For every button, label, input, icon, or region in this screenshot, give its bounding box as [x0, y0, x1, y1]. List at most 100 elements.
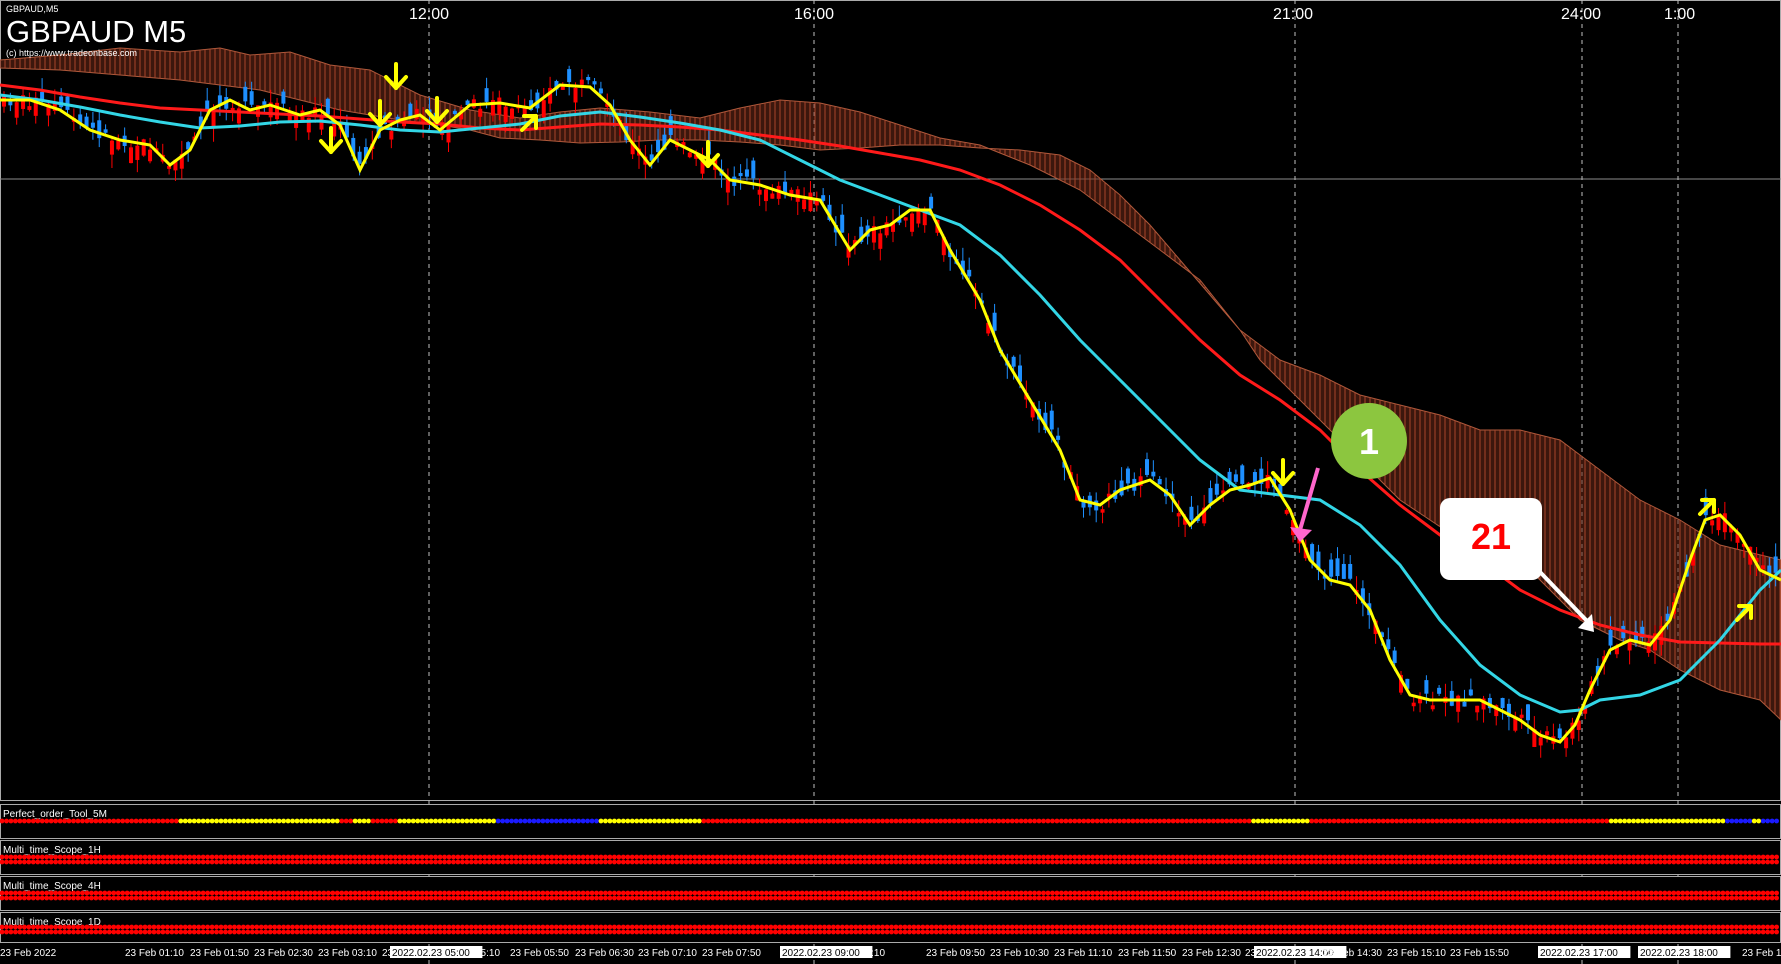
indicator-dot [1595, 859, 1601, 865]
indicator-dot [1014, 924, 1020, 930]
indicator-dot [1376, 924, 1382, 930]
indicator-dot [1014, 895, 1020, 901]
indicator-dot [544, 859, 550, 865]
indicator-dot [1675, 859, 1681, 865]
indicator-dot [187, 924, 193, 930]
indicator-dot [1023, 818, 1029, 824]
indicator-dot [352, 929, 358, 935]
candle-body [1189, 506, 1194, 520]
indicator-dot [1210, 890, 1216, 896]
indicator-dot [1430, 890, 1435, 896]
indicator-dot [375, 924, 380, 930]
indicator-dot [652, 929, 658, 935]
indicator-dot [1523, 854, 1529, 860]
indicator-dot [656, 890, 662, 896]
indicator-dot [392, 895, 398, 901]
indicator-dot [460, 929, 465, 935]
indicator-dot [808, 818, 814, 824]
indicator-dot [53, 924, 59, 930]
indicator-dot [826, 890, 832, 896]
indicator-dot [1559, 818, 1565, 824]
indicator-dot [1707, 895, 1712, 901]
indicator-dot [1063, 895, 1069, 901]
indicator-dot [491, 854, 497, 860]
indicator-dot [415, 818, 421, 824]
indicator-dot [933, 929, 939, 935]
indicator-dot [1443, 818, 1449, 824]
indicator-dot [142, 929, 148, 935]
indicator-dot [585, 895, 590, 901]
indicator-dot [848, 929, 854, 935]
indicator-dot [151, 859, 157, 865]
indicator-dot [164, 854, 170, 860]
indicator-dot [1640, 929, 1645, 935]
indicator-dot [1050, 929, 1055, 935]
indicator-dot [473, 929, 479, 935]
indicator-dot [1568, 818, 1574, 824]
indicator-dot [1747, 854, 1753, 860]
indicator-dot [151, 890, 157, 896]
main-plot-area[interactable] [0, 0, 1781, 801]
indicator-dot [692, 818, 698, 824]
indicator-dot [1640, 924, 1645, 930]
bottom-time-label: 23 Feb 02:30 [254, 948, 313, 959]
indicator-dot [844, 854, 850, 860]
price-chart[interactable]: GBPAUD,M5 GBPAUD M5 (c) https://www.trad… [0, 0, 1781, 964]
indicator-dot [1497, 895, 1502, 901]
indicator-dot [1027, 895, 1033, 901]
indicator-dot [759, 859, 765, 865]
indicator-dot [1760, 818, 1766, 824]
indicator-dot [214, 929, 219, 935]
indicator-dot [728, 818, 734, 824]
indicator-dot [889, 929, 894, 935]
indicator-dot [120, 859, 126, 865]
indicator-dot [1291, 924, 1297, 930]
indicator-dot [473, 854, 479, 860]
indicator-dot [1698, 895, 1703, 901]
indicator-dot [267, 854, 273, 860]
indicator-dot [1179, 895, 1185, 901]
indicator-dot [522, 818, 528, 824]
indicator-dot [1036, 924, 1042, 930]
indicator-dot [509, 818, 514, 824]
indicator-dot [1483, 818, 1489, 824]
indicator-dot [907, 859, 912, 865]
indicator-dot [1255, 924, 1261, 930]
indicator-dot [857, 818, 863, 824]
indicator-dot [1738, 818, 1744, 824]
indicator-dot [893, 854, 899, 860]
indicator-dot [813, 818, 818, 824]
indicator-dot [795, 924, 801, 930]
indicator-dot [473, 895, 479, 901]
indicator-dot [951, 854, 957, 860]
indicator-dot [379, 859, 385, 865]
indicator-dot [938, 890, 944, 896]
indicator-dot [1577, 890, 1583, 896]
indicator-dot [240, 818, 246, 824]
indicator-dot [111, 818, 117, 824]
candle-body [135, 145, 140, 160]
indicator-dot [299, 818, 304, 824]
indicator-dot [1604, 818, 1610, 824]
indicator-dot [21, 895, 27, 901]
indicator-dot [173, 854, 179, 860]
indicator-dot [66, 854, 72, 860]
indicator-dot [75, 890, 81, 896]
panel-label: Multi_time_Scope_1H [3, 845, 101, 856]
indicator-dot [1143, 818, 1149, 824]
indicator-dot [719, 924, 725, 930]
indicator-dot [1085, 859, 1091, 865]
indicator-dot [39, 890, 45, 896]
indicator-dot [214, 818, 219, 824]
indicator-dot [1367, 929, 1373, 935]
indicator-dot [772, 895, 778, 901]
indicator-dot [719, 854, 725, 860]
indicator-dot [853, 818, 859, 824]
indicator-dot [1675, 895, 1681, 901]
indicator-dot [312, 929, 318, 935]
indicator-dot [1465, 859, 1471, 865]
indicator-dot [379, 895, 385, 901]
indicator-dot [1452, 854, 1458, 860]
indicator-dot [1023, 890, 1029, 896]
indicator-dot [1465, 895, 1471, 901]
